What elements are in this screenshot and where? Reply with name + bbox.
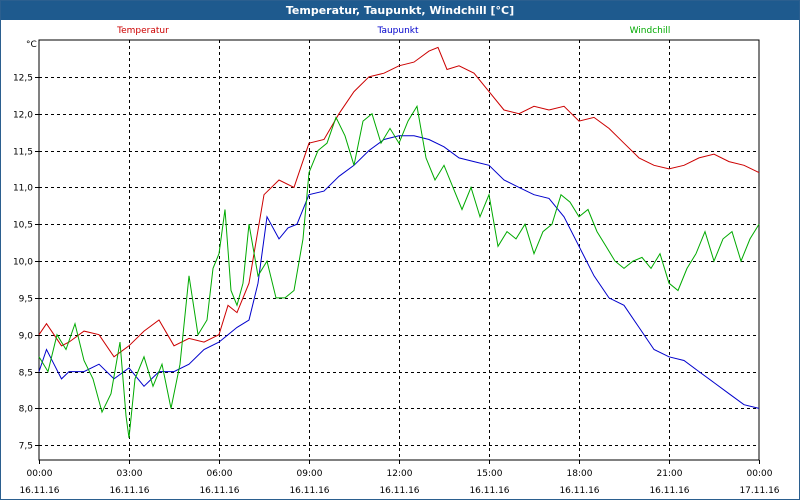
x-tick-date: 16.11.16 bbox=[649, 486, 689, 496]
x-tick-time: 06:00 bbox=[207, 469, 233, 479]
legend-entry-taupunkt: Taupunkt bbox=[376, 26, 419, 36]
line-chart: 7,58,08,59,09,510,010,511,011,512,012,5 … bbox=[13, 26, 780, 496]
x-tick-time: 15:00 bbox=[477, 469, 503, 479]
y-tick-label: 10,5 bbox=[13, 221, 33, 231]
x-tick-date: 16.11.16 bbox=[559, 486, 599, 496]
y-tick-label: 9,5 bbox=[19, 295, 33, 305]
y-tick-label: 11,0 bbox=[13, 184, 33, 194]
x-tick-date: 16.11.16 bbox=[469, 486, 509, 496]
x-tick-date: 16.11.16 bbox=[19, 486, 59, 496]
y-tick-label: 9,0 bbox=[19, 332, 34, 342]
y-axis-unit: °C bbox=[26, 40, 37, 50]
x-axis-ticks: 00:00 16.11.16 03:00 16.11.16 06:00 16.11.16 0… bbox=[19, 460, 780, 496]
x-tick-date: 17.11.16 bbox=[739, 486, 779, 496]
x-tick-time: 00:00 bbox=[747, 469, 773, 479]
x-tick-time: 18:00 bbox=[567, 469, 593, 479]
x-tick-date: 16.11.16 bbox=[199, 486, 239, 496]
y-tick-label: 8,0 bbox=[19, 405, 34, 415]
legend-entry-windchill: Windchill bbox=[630, 26, 671, 36]
y-tick-label: 8,5 bbox=[19, 369, 33, 379]
x-tick-time: 21:00 bbox=[657, 469, 683, 479]
x-tick-time: 03:00 bbox=[117, 469, 143, 479]
y-tick-label: 7,5 bbox=[19, 442, 33, 452]
x-tick-time: 09:00 bbox=[297, 469, 323, 479]
x-tick-date: 16.11.16 bbox=[109, 486, 149, 496]
y-tick-label: 12,0 bbox=[13, 111, 33, 121]
y-tick-label: 10,0 bbox=[13, 258, 33, 268]
x-tick-time: 12:00 bbox=[387, 469, 413, 479]
legend: Temperatur Taupunkt Windchill bbox=[116, 26, 670, 36]
y-axis-ticks: 7,5 8,0 8,5 9,0 9,5 10,0 10,5 11,0 11,5 12,0 12,5 bbox=[13, 74, 39, 452]
x-tick-time: 00:00 bbox=[27, 469, 53, 479]
y-tick-label: 12,5 bbox=[13, 74, 33, 84]
y-tick-label: 11,5 bbox=[13, 148, 33, 158]
legend-entry-temperatur: Temperatur bbox=[116, 26, 169, 36]
x-tick-date: 16.11.16 bbox=[289, 486, 329, 496]
x-tick-date: 16.11.16 bbox=[379, 486, 419, 496]
